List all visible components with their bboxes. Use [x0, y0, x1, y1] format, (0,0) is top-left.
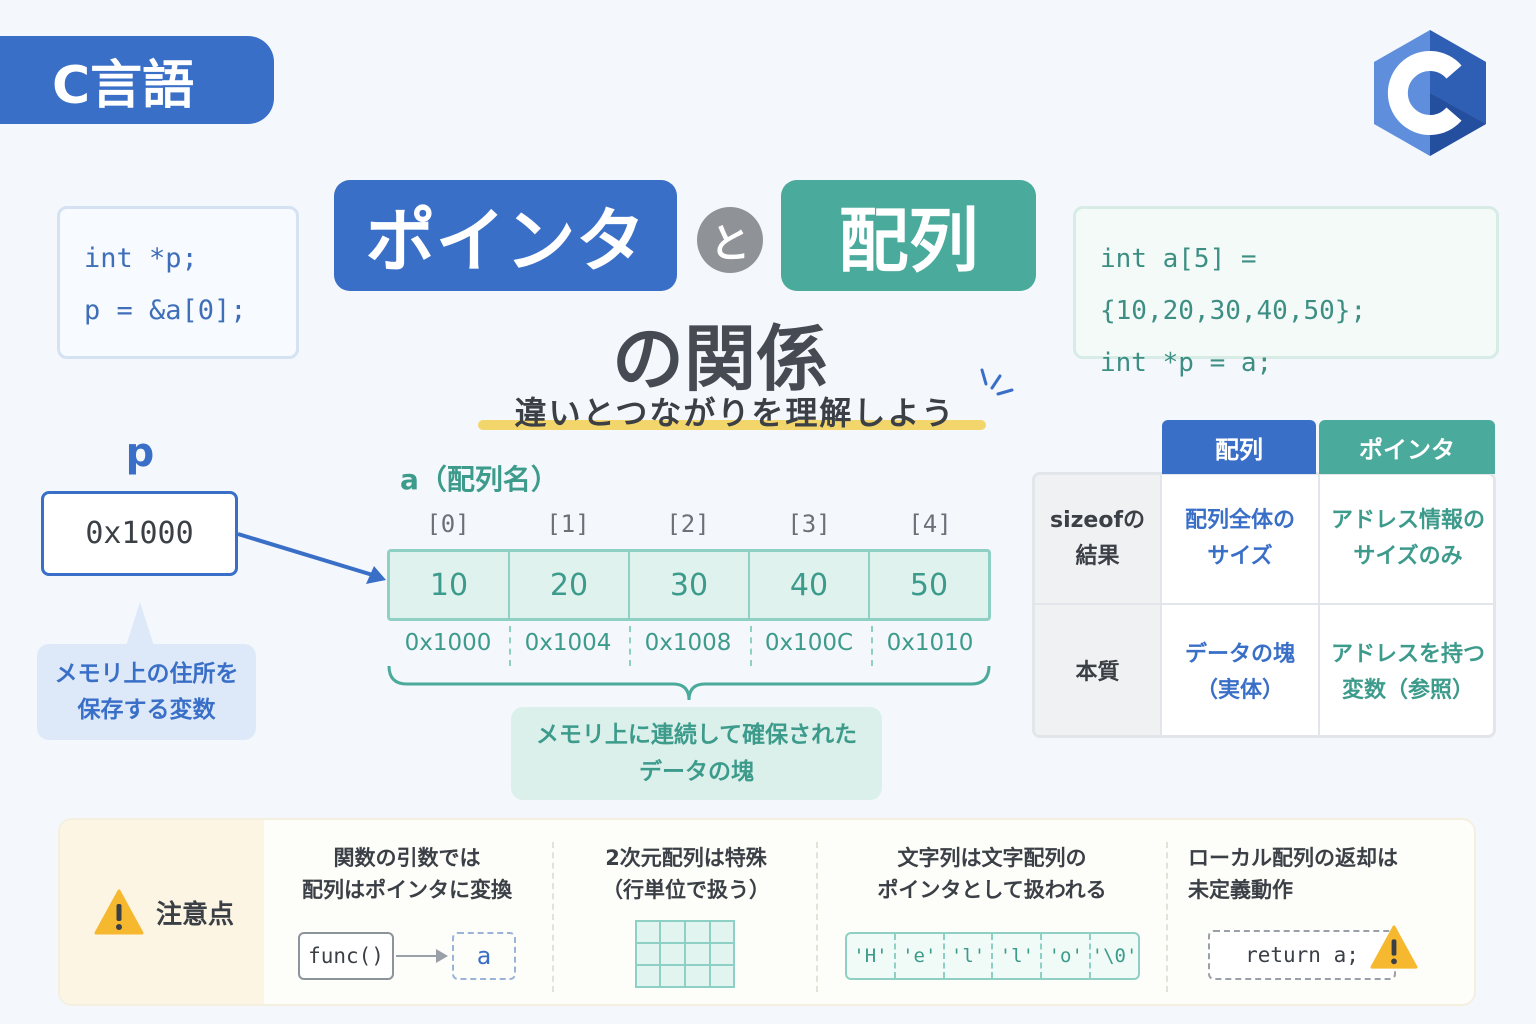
code-line: int *p;	[84, 243, 198, 274]
array-address: 0x1008	[644, 630, 732, 656]
cell-line: （実体）	[1195, 678, 1284, 703]
cell-line: データの塊	[1184, 642, 1295, 667]
cell-line: 配列全体の	[1184, 508, 1295, 533]
curly-brace-icon	[387, 665, 991, 701]
code-line: int *p = a;	[1100, 348, 1273, 378]
bubble-line: 保存する変数	[77, 697, 216, 723]
char-cell: '\0'	[1091, 945, 1138, 967]
array-index: [0]	[426, 510, 470, 538]
array-index: [4]	[908, 510, 952, 538]
cell-line: サイズ	[1207, 544, 1273, 569]
char-array: 'H' 'e' 'l' 'l' 'o' '\0'	[845, 932, 1140, 980]
array-address: 0x1000	[404, 630, 492, 656]
note-divider	[816, 842, 818, 992]
c-language-logo-icon	[1374, 30, 1486, 156]
cell-line: サイズのみ	[1353, 544, 1463, 569]
table-cell-array: 配列全体の サイズ	[1162, 475, 1320, 605]
note-divider	[552, 842, 554, 992]
warning-icon	[1370, 925, 1418, 969]
array-index: [2]	[666, 510, 710, 538]
table-body: sizeofの 結果 配列全体のサイズ アドレス情報の サイズのみ 本質 データの塊…	[1032, 472, 1496, 738]
sparkle-icon	[980, 368, 1014, 396]
pointer-description-bubble: メモリ上の住所を 保存する変数	[37, 644, 256, 740]
char-cell: 'o'	[1042, 934, 1092, 978]
note-line: ローカル配列の返却は	[1188, 846, 1398, 870]
char-cell: 'e'	[896, 934, 945, 978]
char-cell: 'l'	[993, 934, 1043, 978]
bubble-line: メモリ上に連続して確保された	[535, 722, 858, 748]
note-divider	[1166, 842, 1168, 992]
note-title: 2次元配列は特殊 （行単位で扱う）	[566, 842, 806, 912]
table-cell-pointer: アドレスを持つ 変数（参照）	[1320, 605, 1493, 735]
table-row-header: 本質	[1035, 605, 1162, 735]
title-array-badge: 配列	[781, 180, 1036, 291]
warning-icon	[94, 889, 144, 935]
bubble-tail	[126, 602, 154, 646]
note-line: 2次元配列は特殊	[605, 846, 767, 870]
table-cell-pointer: アドレス情報の サイズのみ	[1320, 475, 1493, 605]
title-pointer-badge: ポインタ	[334, 180, 677, 291]
code-snippet-array: int a[5] = {10,20,30,40,50}; int *p = a;	[1073, 206, 1499, 378]
table-row-header: sizeofの 結果	[1035, 475, 1162, 605]
code-line: int a[5] = {10,20,30,40,50};	[1100, 244, 1367, 326]
note-line: 関数の引数では	[333, 846, 481, 870]
array-cells: 10 20 30 40 50	[387, 549, 991, 621]
note-line: ポインタとして扱われる	[877, 878, 1107, 902]
code-line: p = &a[0];	[84, 295, 247, 326]
array-index: [3]	[787, 510, 831, 538]
array-cell: 50	[909, 567, 949, 603]
code-return-box: return a;	[1208, 930, 1396, 980]
cell-line: 本質	[1075, 660, 1120, 685]
code-func-box: func()	[298, 932, 394, 980]
note-line: （行単位で扱う）	[602, 878, 770, 902]
title-connector: と	[697, 207, 763, 273]
note-title: 関数の引数では 配列はポインタに変換	[282, 842, 532, 912]
array-cell: 20	[510, 552, 630, 618]
array-address: 0x1004	[524, 630, 612, 656]
title-relation: の関係	[611, 317, 828, 401]
note-line: 未定義動作	[1188, 878, 1293, 902]
cell-line: アドレスを持つ	[1330, 642, 1485, 667]
caution-label: 注意点	[156, 900, 235, 930]
array-index: [1]	[546, 510, 590, 538]
comparison-table: sizeofの 結果 配列全体のサイズ アドレス情報の サイズのみ 本質 データの塊…	[1032, 420, 1496, 738]
note-title: ローカル配列の返却は 未定義動作	[1188, 842, 1438, 912]
note-title: 文字列は文字配列の ポインタとして扱われる	[842, 842, 1142, 912]
code-arg-box: a	[452, 932, 516, 980]
array-name-label: a（配列名）	[400, 463, 559, 496]
array-address: 0x100C	[764, 630, 854, 656]
2d-array-grid-icon	[635, 920, 735, 988]
bubble-line: メモリ上の住所を	[54, 661, 239, 687]
cell-line: 変数（参照）	[1341, 678, 1474, 703]
array-cell: 40	[750, 552, 870, 618]
cell-line: 結果	[1075, 544, 1120, 569]
arrow-right-icon	[396, 949, 448, 963]
array-address: 0x1010	[886, 630, 974, 656]
table-header-pointer: ポインタ	[1319, 420, 1495, 474]
bubble-line: データの塊	[639, 759, 754, 785]
array-cell: 10	[390, 552, 510, 618]
array-description-bubble: メモリ上に連続して確保された データの塊	[511, 707, 882, 800]
char-cell: 'H'	[847, 934, 896, 978]
caution-panel: 注意点 関数の引数では 配列はポインタに変換 func() a 2次元配列は特殊…	[58, 818, 1476, 1006]
cell-line: アドレス情報の	[1330, 508, 1485, 533]
note-line: 配列はポインタに変換	[302, 878, 512, 902]
char-cell: 'l'	[945, 934, 994, 978]
table-header-array: 配列	[1162, 420, 1316, 474]
note-line: 文字列は文字配列の	[897, 846, 1087, 870]
code-snippet-pointer: int *p; p = &a[0];	[57, 206, 299, 359]
pointer-arrow-icon	[237, 532, 386, 584]
pointer-variable-name: p	[125, 430, 155, 476]
pointer-value-box: 0x1000	[41, 491, 238, 576]
table-cell-array: データの塊 （実体）	[1162, 605, 1320, 735]
language-tag: C言語	[0, 36, 274, 124]
cell-line: sizeofの	[1049, 508, 1146, 533]
subtitle: 違いとつながりを理解しよう	[514, 394, 956, 432]
array-cell: 30	[630, 552, 750, 618]
